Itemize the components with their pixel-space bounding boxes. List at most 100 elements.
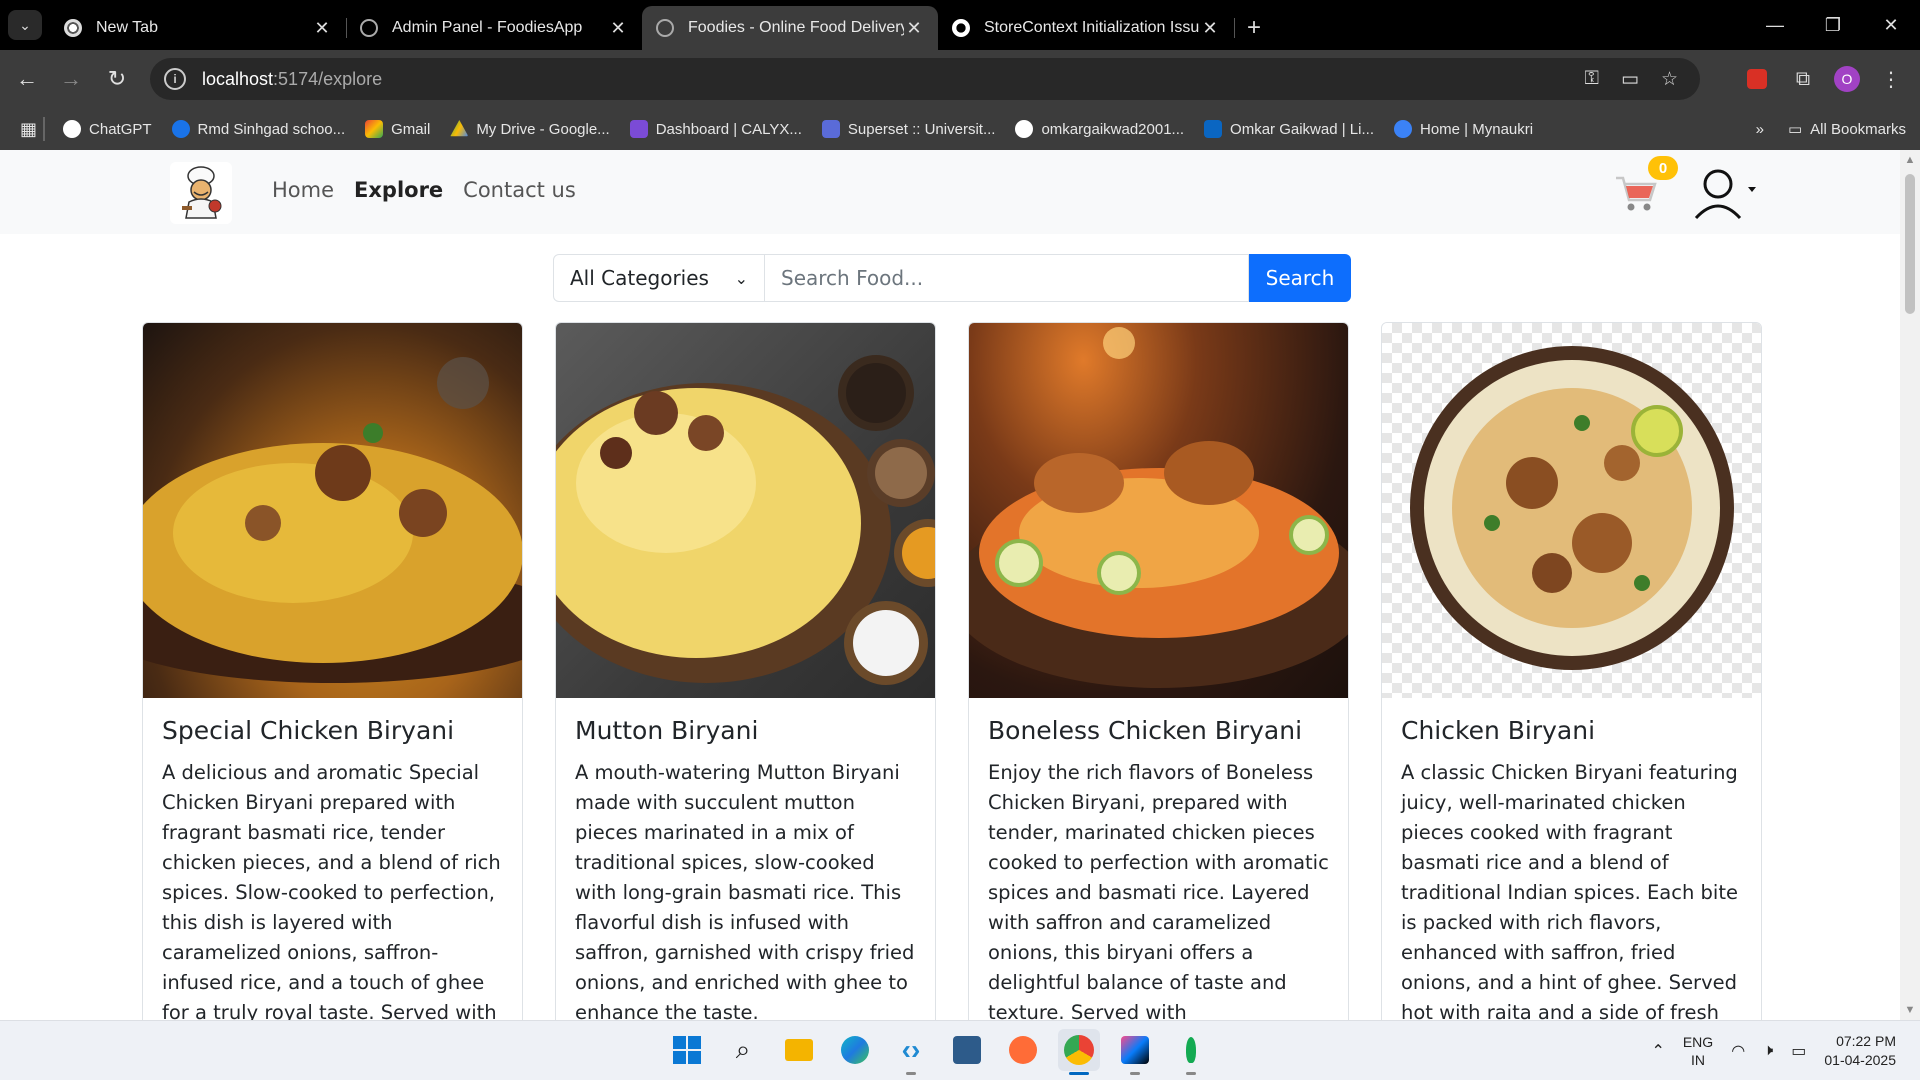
restore-button[interactable]: ❐ [1804,0,1862,50]
c-logo-icon [171,120,190,138]
bookmark-label: Omkar Gaikwad | Li... [1230,120,1374,138]
github-icon [1015,120,1034,138]
mutton-biryani-illustration [556,355,935,685]
password-key-icon[interactable]: ⚿ [1585,68,1599,91]
bookmark-item[interactable]: ChatGPT [63,120,152,138]
all-bookmarks-button[interactable]: ▭ All Bookmarks [1788,120,1906,139]
chevron-down-icon: ⌄ [734,268,748,288]
tab-new-tab[interactable]: New Tab ✕ [50,6,347,50]
extension-red-icon[interactable] [1742,64,1772,94]
card-body: Special Chicken Biryani A delicious and … [143,698,522,1020]
battery-icon[interactable]: ▭ [1791,1041,1806,1061]
page-scrollbar[interactable]: ▲ ▼ [1900,150,1920,1020]
nav-contact-link[interactable]: Contact us [463,178,576,202]
site-info-icon[interactable]: i [164,68,186,90]
scroll-up-icon[interactable]: ▲ [1904,154,1916,166]
intellij-icon[interactable] [1114,1029,1156,1075]
clock[interactable]: 07:22 PM 01-04-2025 [1824,1032,1896,1070]
volume-icon[interactable]: 🕨 [1763,1042,1773,1060]
bookmark-item[interactable]: My Drive - Google... [450,120,610,138]
close-icon[interactable]: ✕ [608,18,628,39]
apps-grid-icon[interactable]: ▦ [20,119,37,140]
food-image [143,323,522,698]
category-select-value: All Categories [570,266,709,290]
vscode-icon[interactable]: ‹› [890,1029,932,1075]
linkedin-icon [1204,120,1223,138]
plus-icon: + [1246,14,1261,41]
search-icon[interactable]: ⌕ [722,1029,764,1071]
food-search-input[interactable] [765,254,1249,302]
food-card[interactable]: Boneless Chicken Biryani Enjoy the rich … [968,322,1349,1020]
tab-separator [1234,18,1235,38]
google-drive-icon [450,120,469,137]
bookmark-item[interactable]: Omkar Gaikwad | Li... [1204,120,1374,138]
close-icon[interactable]: ✕ [312,18,332,39]
bookmark-star-icon[interactable]: ☆ [1661,68,1678,91]
scroll-down-icon[interactable]: ▼ [1904,1004,1916,1016]
postman-icon[interactable] [1002,1029,1044,1071]
food-description: Enjoy the rich flavors of Boneless Chick… [988,761,1329,1020]
mongodb-compass-icon[interactable] [1170,1029,1212,1075]
windows-start-icon[interactable] [666,1029,708,1071]
bookmark-item[interactable]: Gmail [365,120,430,138]
category-select[interactable]: All Categories ⌄ [553,254,765,302]
search-button[interactable]: Search [1249,254,1351,302]
reload-button[interactable]: ↻ [100,62,134,96]
address-bar[interactable]: i localhost:5174/explore ⚿ ▭ ☆ [150,58,1700,100]
back-button[interactable]: ← [10,62,44,96]
chevron-double-right-icon[interactable]: » [1756,121,1764,138]
clock-time: 07:22 PM [1836,1033,1896,1049]
tab-search-button[interactable]: ⌄ [8,10,42,40]
food-card[interactable]: Mutton Biryani A mouth-watering Mutton B… [555,322,936,1020]
naukri-icon [1393,120,1412,138]
file-explorer-icon[interactable] [778,1029,820,1071]
nav-explore-link[interactable]: Explore [354,178,443,202]
puzzle-icon[interactable]: ⧉ [1788,64,1818,94]
windows-taskbar: ⌕ ‹› ⌃ ENG IN ◠ 🕨 ▭ 07:22 PM 01-04-2025 [0,1020,1920,1080]
biryani-bowl-illustration [143,357,522,683]
food-card[interactable]: Chicken Biryani A classic Chicken Biryan… [1381,322,1762,1020]
wifi-icon[interactable]: ◠ [1731,1041,1745,1061]
window-close-button[interactable]: ✕ [1862,0,1920,50]
language-indicator[interactable]: ENG IN [1683,1033,1713,1069]
chevron-up-icon[interactable]: ⌃ [1651,1041,1664,1061]
bookmark-item[interactable]: Home | Mynaukri [1393,120,1534,138]
bookmark-item[interactable]: Superset :: Universit... [821,120,996,138]
menu-kebab-icon[interactable]: ⋮ [1876,64,1906,94]
close-icon[interactable]: ✕ [904,18,924,39]
bookmark-item[interactable]: Dashboard | CALYX... [629,120,802,138]
tab-storecontext[interactable]: StoreContext Initialization Issue ✕ [938,6,1235,50]
bookmark-label: My Drive - Google... [476,120,610,138]
minimize-button[interactable]: — [1746,0,1804,50]
edge-icon[interactable] [834,1029,876,1071]
all-bookmarks-label: All Bookmarks [1810,120,1906,138]
bookmark-label: Home | Mynaukri [1419,120,1534,138]
page-viewport: Home Explore Contact us 0 All Categories… [0,150,1920,1020]
card-icon[interactable]: ▭ [1621,68,1639,91]
superset-icon [821,120,840,138]
bookmark-label: Superset :: Universit... [847,120,996,138]
nav-home-link[interactable]: Home [272,178,334,202]
bookmark-item[interactable]: Rmd Sinhgad schoo... [171,120,345,138]
chatgpt-icon [63,120,82,138]
food-description: A classic Chicken Biryani featuring juic… [1401,761,1738,1020]
new-tab-button[interactable]: + [1234,6,1274,50]
scrollbar-thumb[interactable] [1905,174,1915,314]
tab-foodies[interactable]: Foodies - Online Food Delivery ✕ [642,6,938,50]
profile-avatar[interactable]: O [1834,66,1860,92]
forward-button[interactable]: → [54,62,88,96]
extensions-area: ⧉ O ⋮ [1742,50,1920,108]
close-icon[interactable]: ✕ [1200,18,1220,39]
tab-admin-panel[interactable]: Admin Panel - FoodiesApp ✕ [346,6,642,50]
foodies-logo[interactable] [170,162,232,224]
arrow-right-icon: → [60,66,82,91]
mysql-workbench-icon[interactable] [946,1029,988,1071]
tab-title: Admin Panel - FoodiesApp [392,19,583,36]
chrome-taskbar-icon[interactable] [1058,1029,1100,1075]
arrow-left-icon: ← [16,66,38,91]
window-controls: — ❐ ✕ [1746,0,1920,50]
user-menu-button[interactable] [1690,162,1760,226]
bookmark-label: Gmail [391,120,431,138]
food-card[interactable]: Special Chicken Biryani A delicious and … [142,322,523,1020]
bookmark-item[interactable]: omkargaikwad2001... [1015,120,1184,138]
